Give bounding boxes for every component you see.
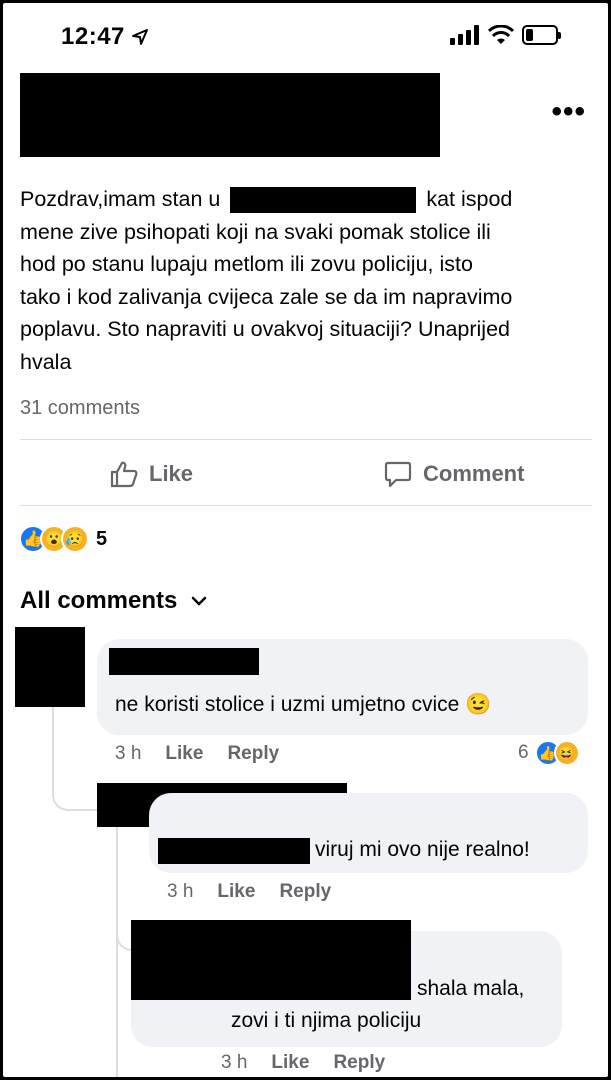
redacted-reply-author [131, 920, 411, 1000]
comments-count[interactable]: 31 comments [20, 397, 140, 420]
comment-text: zovi i ti njima policiju [231, 1009, 422, 1032]
comment-label: Comment [423, 461, 525, 486]
redacted-post-author [20, 73, 440, 157]
wifi-icon [488, 25, 514, 44]
comment-text: shala mala, [417, 977, 525, 1000]
redacted-avatar [15, 627, 85, 707]
comment-like-button[interactable]: Like [217, 881, 255, 903]
reactions-count: 5 [96, 527, 108, 550]
post-text-line: Pozdrav,imam stan u [20, 187, 221, 211]
comment-like-button[interactable]: Like [165, 743, 203, 765]
post-text-line: poplavu. Sto napraviti u ovakvoj situaci… [20, 317, 510, 341]
post-text-line: kat ispod [426, 187, 513, 211]
chevron-down-icon [192, 596, 207, 606]
comment-reply-button[interactable]: Reply [279, 881, 331, 903]
comment-actions: 3 h Like Reply [115, 743, 303, 765]
post-reactions[interactable]: 👍 😮 😥 5 [19, 525, 107, 553]
like-label: Like [149, 461, 194, 486]
cellular-signal-icon [450, 25, 479, 45]
comment-button[interactable]: Comment [383, 459, 524, 489]
thumbs-up-icon [110, 461, 138, 488]
comment-text: viruj mi ovo nije realno! [315, 838, 530, 861]
comment-actions: 3 h Like Reply [167, 881, 355, 903]
sad-emoji-icon: 😥 [61, 525, 89, 553]
comment-bubble-icon [384, 461, 412, 488]
comments-filter-label: All comments [20, 587, 178, 614]
redacted-commenter-name [109, 648, 259, 675]
comment-like-button[interactable]: Like [271, 1052, 309, 1074]
thread-connector [52, 707, 98, 811]
comment-actions: 3 h Like Reply [221, 1052, 409, 1074]
haha-emoji-icon: 😆 [553, 740, 580, 766]
comment-text: ne koristi stolice i uzmi umjetno cvice … [115, 693, 492, 716]
comment-time: 3 h [167, 881, 194, 902]
more-options-icon[interactable]: ••• [551, 97, 586, 127]
location-arrow-icon [131, 29, 148, 45]
comments-filter[interactable]: All comments [20, 587, 207, 615]
thread-connector [116, 827, 118, 1077]
clock: 12:47 [61, 23, 125, 50]
screen: 12:47 ••• Pozdrav,imam stan u kat ispod … [3, 3, 608, 1077]
like-button[interactable]: Like [109, 459, 193, 489]
post-text-line: hod po stanu lupaju metlom ili zovu poli… [20, 252, 473, 276]
post-text-line: tako i kod zalivanja cvijeca zale se da … [20, 284, 513, 309]
post-body: Pozdrav,imam stan u kat ispod mene zive … [20, 183, 590, 378]
comment-reactions-count: 6 [518, 742, 529, 763]
post-text-line: hvala [20, 349, 72, 374]
comment-time: 3 h [221, 1052, 248, 1073]
comment-time: 3 h [115, 743, 142, 764]
post-text-line: mene zive psihopati koji na svaki pomak … [20, 219, 491, 244]
status-indicators [450, 25, 561, 45]
comment-reactions[interactable]: 6 👍 😆 [518, 740, 580, 766]
battery-icon [522, 25, 561, 45]
comment-reply-button[interactable]: Reply [333, 1052, 385, 1074]
redacted-location [230, 187, 417, 214]
redacted-mention [158, 838, 310, 864]
divider [20, 505, 592, 506]
comment-reply-button[interactable]: Reply [227, 743, 279, 765]
divider [20, 439, 592, 440]
status-time: 12:47 [61, 23, 149, 51]
